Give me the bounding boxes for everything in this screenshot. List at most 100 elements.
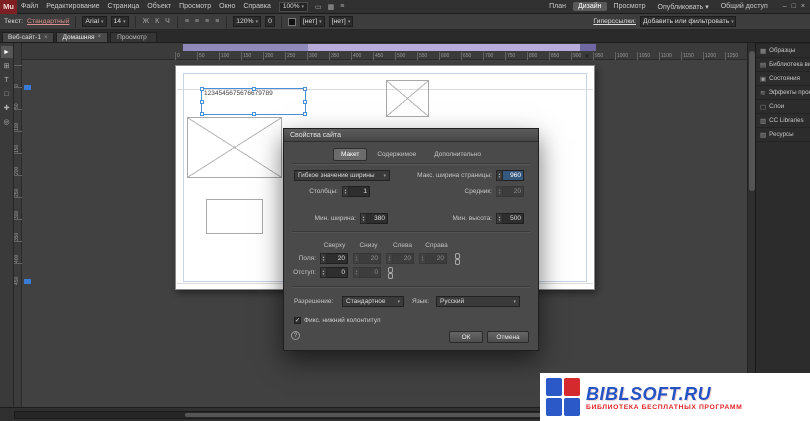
padding-stepper[interactable]: ▴▾ 0 <box>320 267 348 278</box>
ok-button[interactable]: ОК <box>449 331 483 343</box>
tool-button[interactable]: T <box>1 74 13 86</box>
resize-handle[interactable] <box>200 87 204 91</box>
resize-handle[interactable] <box>252 112 256 116</box>
menu-item[interactable]: Справка <box>239 0 274 14</box>
link-chain-icon[interactable] <box>387 267 394 281</box>
min-width-stepper[interactable]: ▴▾ 380 <box>360 213 388 224</box>
menu-item[interactable]: Редактирование <box>42 0 103 14</box>
hyperlinks-select[interactable]: Добавить или фильтровать ▾ <box>640 16 736 27</box>
para-style-select[interactable]: [нет] ▾ <box>329 16 354 27</box>
page-tab[interactable]: Домашняя × <box>56 32 109 42</box>
tool-button[interactable]: □ <box>1 88 13 100</box>
stepper-arrows-icon[interactable]: ▴▾ <box>496 170 503 181</box>
image-placeholder[interactable] <box>187 117 282 178</box>
list-icon[interactable]: ≡ <box>339 3 345 11</box>
page-tab[interactable]: Просмотр <box>110 32 157 42</box>
cancel-button[interactable]: Отмена <box>487 331 529 343</box>
underline-icon[interactable]: Ч <box>164 18 171 25</box>
zoom-control[interactable]: 100% ▾ <box>279 2 308 12</box>
stepper-arrows-icon[interactable]: ▴▾ <box>353 267 360 278</box>
font-size-field[interactable]: 14 ▾ <box>111 16 129 27</box>
align-center-icon[interactable]: ≡ <box>194 18 200 25</box>
resize-handle[interactable] <box>303 87 307 91</box>
document-tab[interactable]: Веб-сайт-1 × <box>2 32 54 42</box>
margin-stepper[interactable]: ▴▾ 20 <box>386 253 414 264</box>
vertical-scrollbar[interactable] <box>747 43 755 407</box>
tool-button[interactable]: ► <box>1 46 13 58</box>
dialog-tab[interactable]: Содержимое <box>369 148 424 161</box>
guide-marker[interactable] <box>24 279 31 284</box>
stepper-arrows-icon[interactable]: ▴▾ <box>360 213 367 224</box>
tool-button[interactable]: ◎ <box>1 116 13 128</box>
panel-item[interactable]: ▢ Слои <box>756 100 810 114</box>
columns-stepper[interactable]: ▴▾ 1 <box>342 186 370 197</box>
stepper-arrows-icon[interactable]: ▴▾ <box>386 253 393 264</box>
margin-stepper[interactable]: ▴▾ 20 <box>320 253 348 264</box>
font-select[interactable]: Arial ▾ <box>82 16 106 27</box>
align-left-icon[interactable]: ≡ <box>184 18 190 25</box>
resize-handle[interactable] <box>303 100 307 104</box>
resize-handle[interactable] <box>200 100 204 104</box>
text-color-swatch[interactable] <box>288 18 296 26</box>
menu-item[interactable]: Просмотр <box>175 0 215 14</box>
mode-button[interactable]: Просмотр <box>609 2 651 11</box>
dialog-titlebar[interactable]: Свойства сайта <box>284 129 538 142</box>
tool-button[interactable]: ⊞ <box>1 60 13 72</box>
panel-item[interactable]: ≋ Эффекты прокрутки <box>756 86 810 100</box>
panel-item[interactable]: ▥ CC Libraries <box>756 114 810 128</box>
stepper-arrows-icon[interactable]: ▴▾ <box>342 186 349 197</box>
panel-item[interactable]: ▤ Библиотека виджетов <box>756 58 810 72</box>
language-select[interactable]: Русский ▾ <box>436 296 520 307</box>
link-chain-icon[interactable] <box>454 253 461 267</box>
align-right-icon[interactable]: ≡ <box>204 18 210 25</box>
frame-icon[interactable]: ▭ <box>314 3 323 11</box>
rectangle-frame[interactable] <box>206 199 263 234</box>
mode-button[interactable]: Дизайн <box>573 2 607 11</box>
italic-icon[interactable]: К <box>154 18 160 25</box>
checkbox-check-icon[interactable]: ✓ <box>294 317 301 324</box>
margin-stepper[interactable]: ▴▾ 20 <box>419 253 447 264</box>
width-mode-select[interactable]: Гибкое значение ширины ▾ <box>294 170 390 181</box>
browser-width-bar[interactable] <box>183 44 596 51</box>
stepper-arrows-icon[interactable]: ▴▾ <box>320 267 327 278</box>
mode-button[interactable]: План <box>544 2 571 11</box>
guide-marker[interactable] <box>24 85 31 90</box>
menu-item[interactable]: Файл <box>17 0 42 14</box>
padding-stepper[interactable]: ▴▾ 0 <box>353 267 381 278</box>
min-height-stepper[interactable]: ▴▾ 500 <box>496 213 524 224</box>
collapse-icon[interactable]: « <box>585 51 589 60</box>
selected-text-frame[interactable]: 1234545675676679789 <box>201 88 306 115</box>
stepper-arrows-icon[interactable]: ▴▾ <box>320 253 327 264</box>
stepper-arrows-icon[interactable]: ▴▾ <box>353 253 360 264</box>
maximize-icon[interactable]: □ <box>792 3 796 10</box>
mode-button[interactable]: Общий доступ <box>716 2 773 11</box>
text-style-link[interactable]: Стандартный <box>27 18 69 25</box>
resolution-select[interactable]: Стандартное ▾ <box>342 296 404 307</box>
image-placeholder[interactable] <box>386 80 429 117</box>
close-icon[interactable]: × <box>44 35 48 41</box>
menu-item[interactable]: Страница <box>104 0 144 14</box>
resize-handle[interactable] <box>303 112 307 116</box>
panel-item[interactable]: ▦ Образцы <box>756 44 810 58</box>
char-style-select[interactable]: [нет] ▾ <box>300 16 325 27</box>
max-width-stepper[interactable]: ▴▾ 960 <box>496 170 524 181</box>
stepper-arrows-icon[interactable]: ▴▾ <box>419 253 426 264</box>
panel-item[interactable]: ▧ Ресурсы <box>756 128 810 142</box>
align-justify-icon[interactable]: ≡ <box>214 18 220 25</box>
close-icon[interactable]: × <box>801 3 805 10</box>
bold-icon[interactable]: Ж <box>142 18 150 25</box>
sticky-footer-checkbox-row[interactable]: ✓ Фикс. нижний колонтитул <box>294 317 381 324</box>
dialog-tab[interactable]: Макет <box>333 148 367 161</box>
panel-item[interactable]: ▣ Состояния <box>756 72 810 86</box>
menu-item[interactable]: Окно <box>215 0 239 14</box>
tool-button[interactable]: ✚ <box>1 102 13 114</box>
resize-handle[interactable] <box>252 87 256 91</box>
grid-icon[interactable]: ▦ <box>327 3 336 11</box>
menu-item[interactable]: Объект <box>143 0 175 14</box>
resize-handle[interactable] <box>200 112 204 116</box>
margin-stepper[interactable]: ▴▾ 20 <box>353 253 381 264</box>
close-icon[interactable]: × <box>98 34 102 41</box>
mode-button[interactable]: Опубликовать ▾ <box>653 2 714 12</box>
leading-field[interactable]: 120% ▾ <box>233 16 261 27</box>
minimize-icon[interactable]: – <box>783 3 787 10</box>
